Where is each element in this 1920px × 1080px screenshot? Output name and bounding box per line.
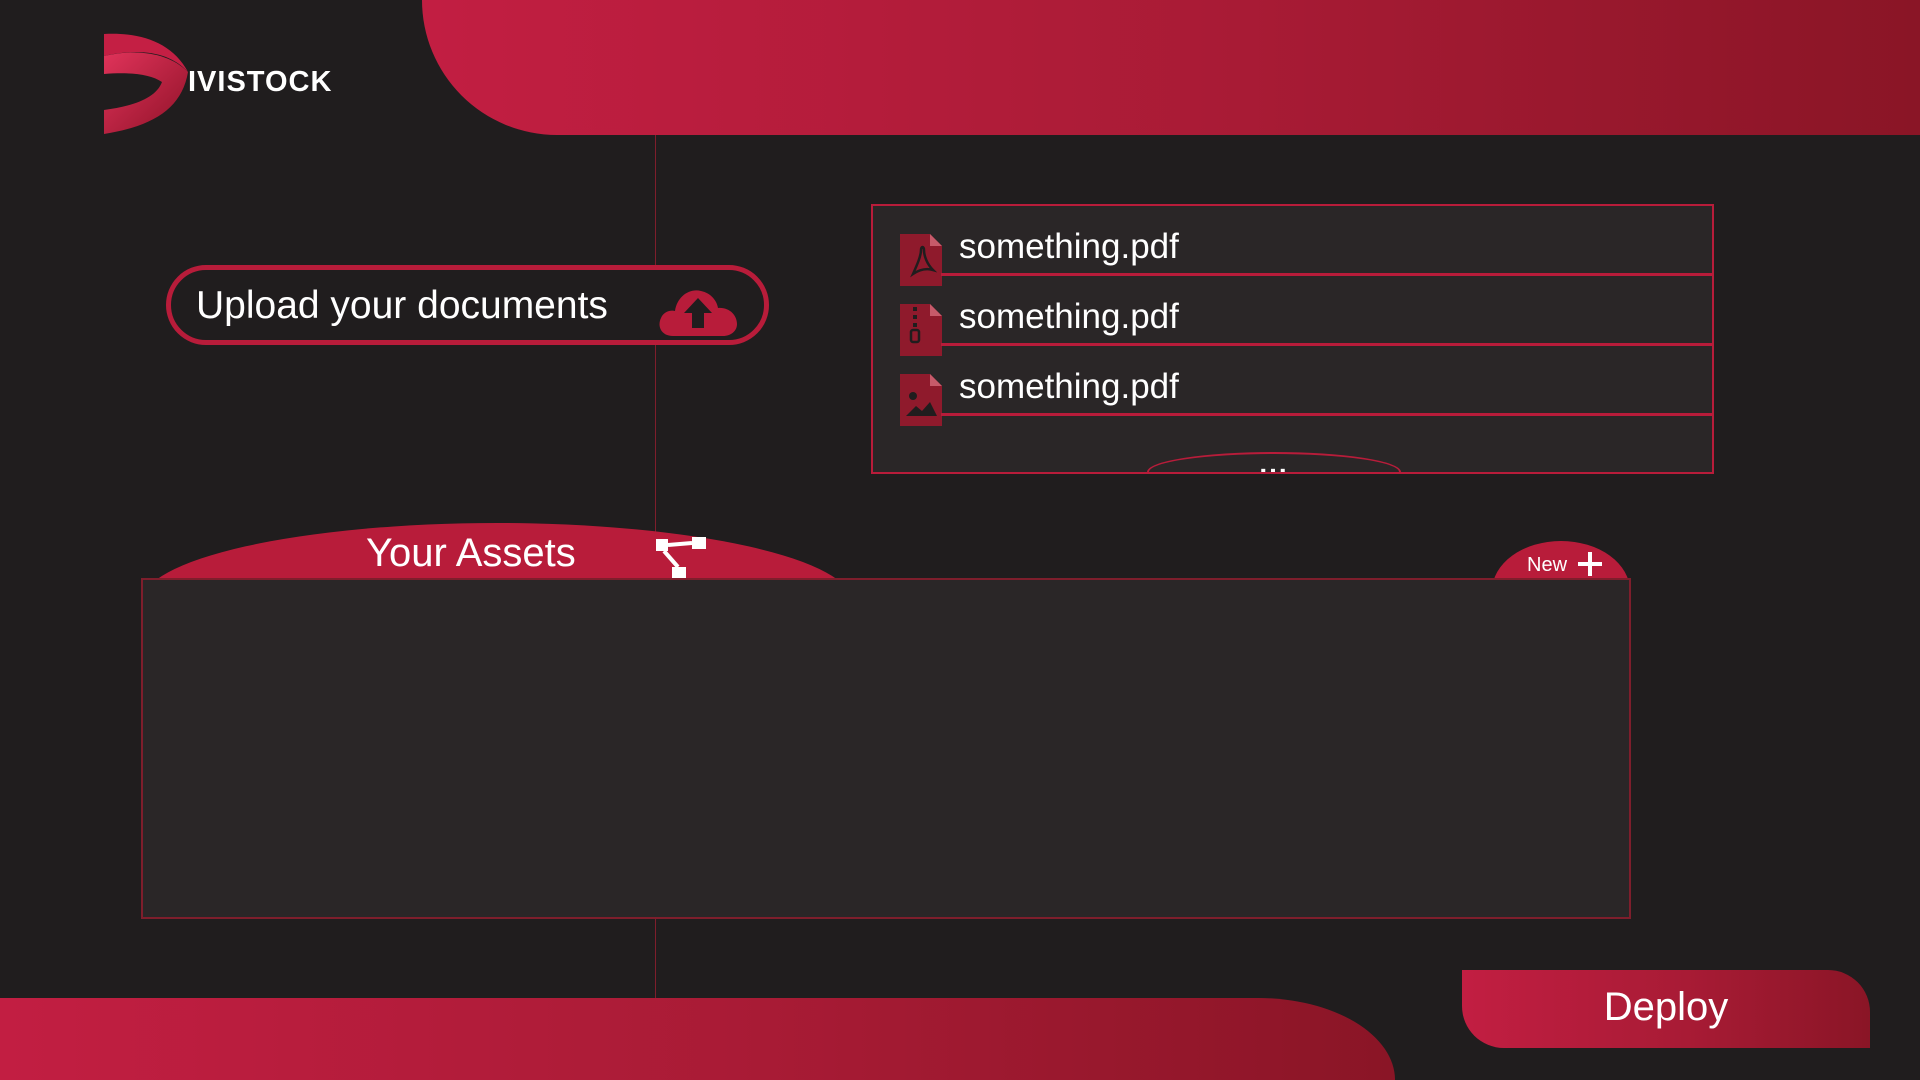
file-name: something.pdf: [959, 297, 1179, 336]
file-row[interactable]: something.pdf: [873, 276, 1712, 356]
assets-title: Your Assets: [366, 531, 576, 575]
bottom-banner: [0, 998, 1395, 1080]
deploy-button[interactable]: Deploy: [1462, 970, 1870, 1048]
divider-line-bottom: [655, 918, 656, 998]
upload-label: Upload your documents: [196, 284, 608, 327]
uploaded-files-panel: something.pdf something.pdf something.pd…: [871, 204, 1714, 474]
show-more-files-button[interactable]: ...: [1147, 448, 1401, 472]
image-file-icon: [900, 374, 942, 426]
brand-name: IVISTOCK: [188, 66, 333, 98]
plus-icon: [1578, 552, 1602, 576]
assets-panel: [141, 578, 1631, 919]
network-icon: [656, 537, 706, 579]
logo-mark-icon: [104, 33, 188, 134]
file-row[interactable]: something.pdf: [873, 206, 1712, 286]
divider-line-top: [655, 135, 656, 585]
upload-documents-button[interactable]: Upload your documents: [166, 265, 769, 345]
cloud-upload-icon: [659, 290, 737, 336]
file-name: something.pdf: [959, 227, 1179, 266]
file-name: something.pdf: [959, 367, 1179, 406]
file-row-divider: [941, 413, 1712, 416]
file-row[interactable]: something.pdf: [873, 346, 1712, 426]
deploy-label: Deploy: [1603, 985, 1729, 1029]
top-banner: [422, 0, 1920, 135]
new-label: New: [1527, 554, 1568, 576]
logo: IVISTOCK: [100, 30, 360, 140]
more-dots: ...: [1259, 448, 1289, 474]
